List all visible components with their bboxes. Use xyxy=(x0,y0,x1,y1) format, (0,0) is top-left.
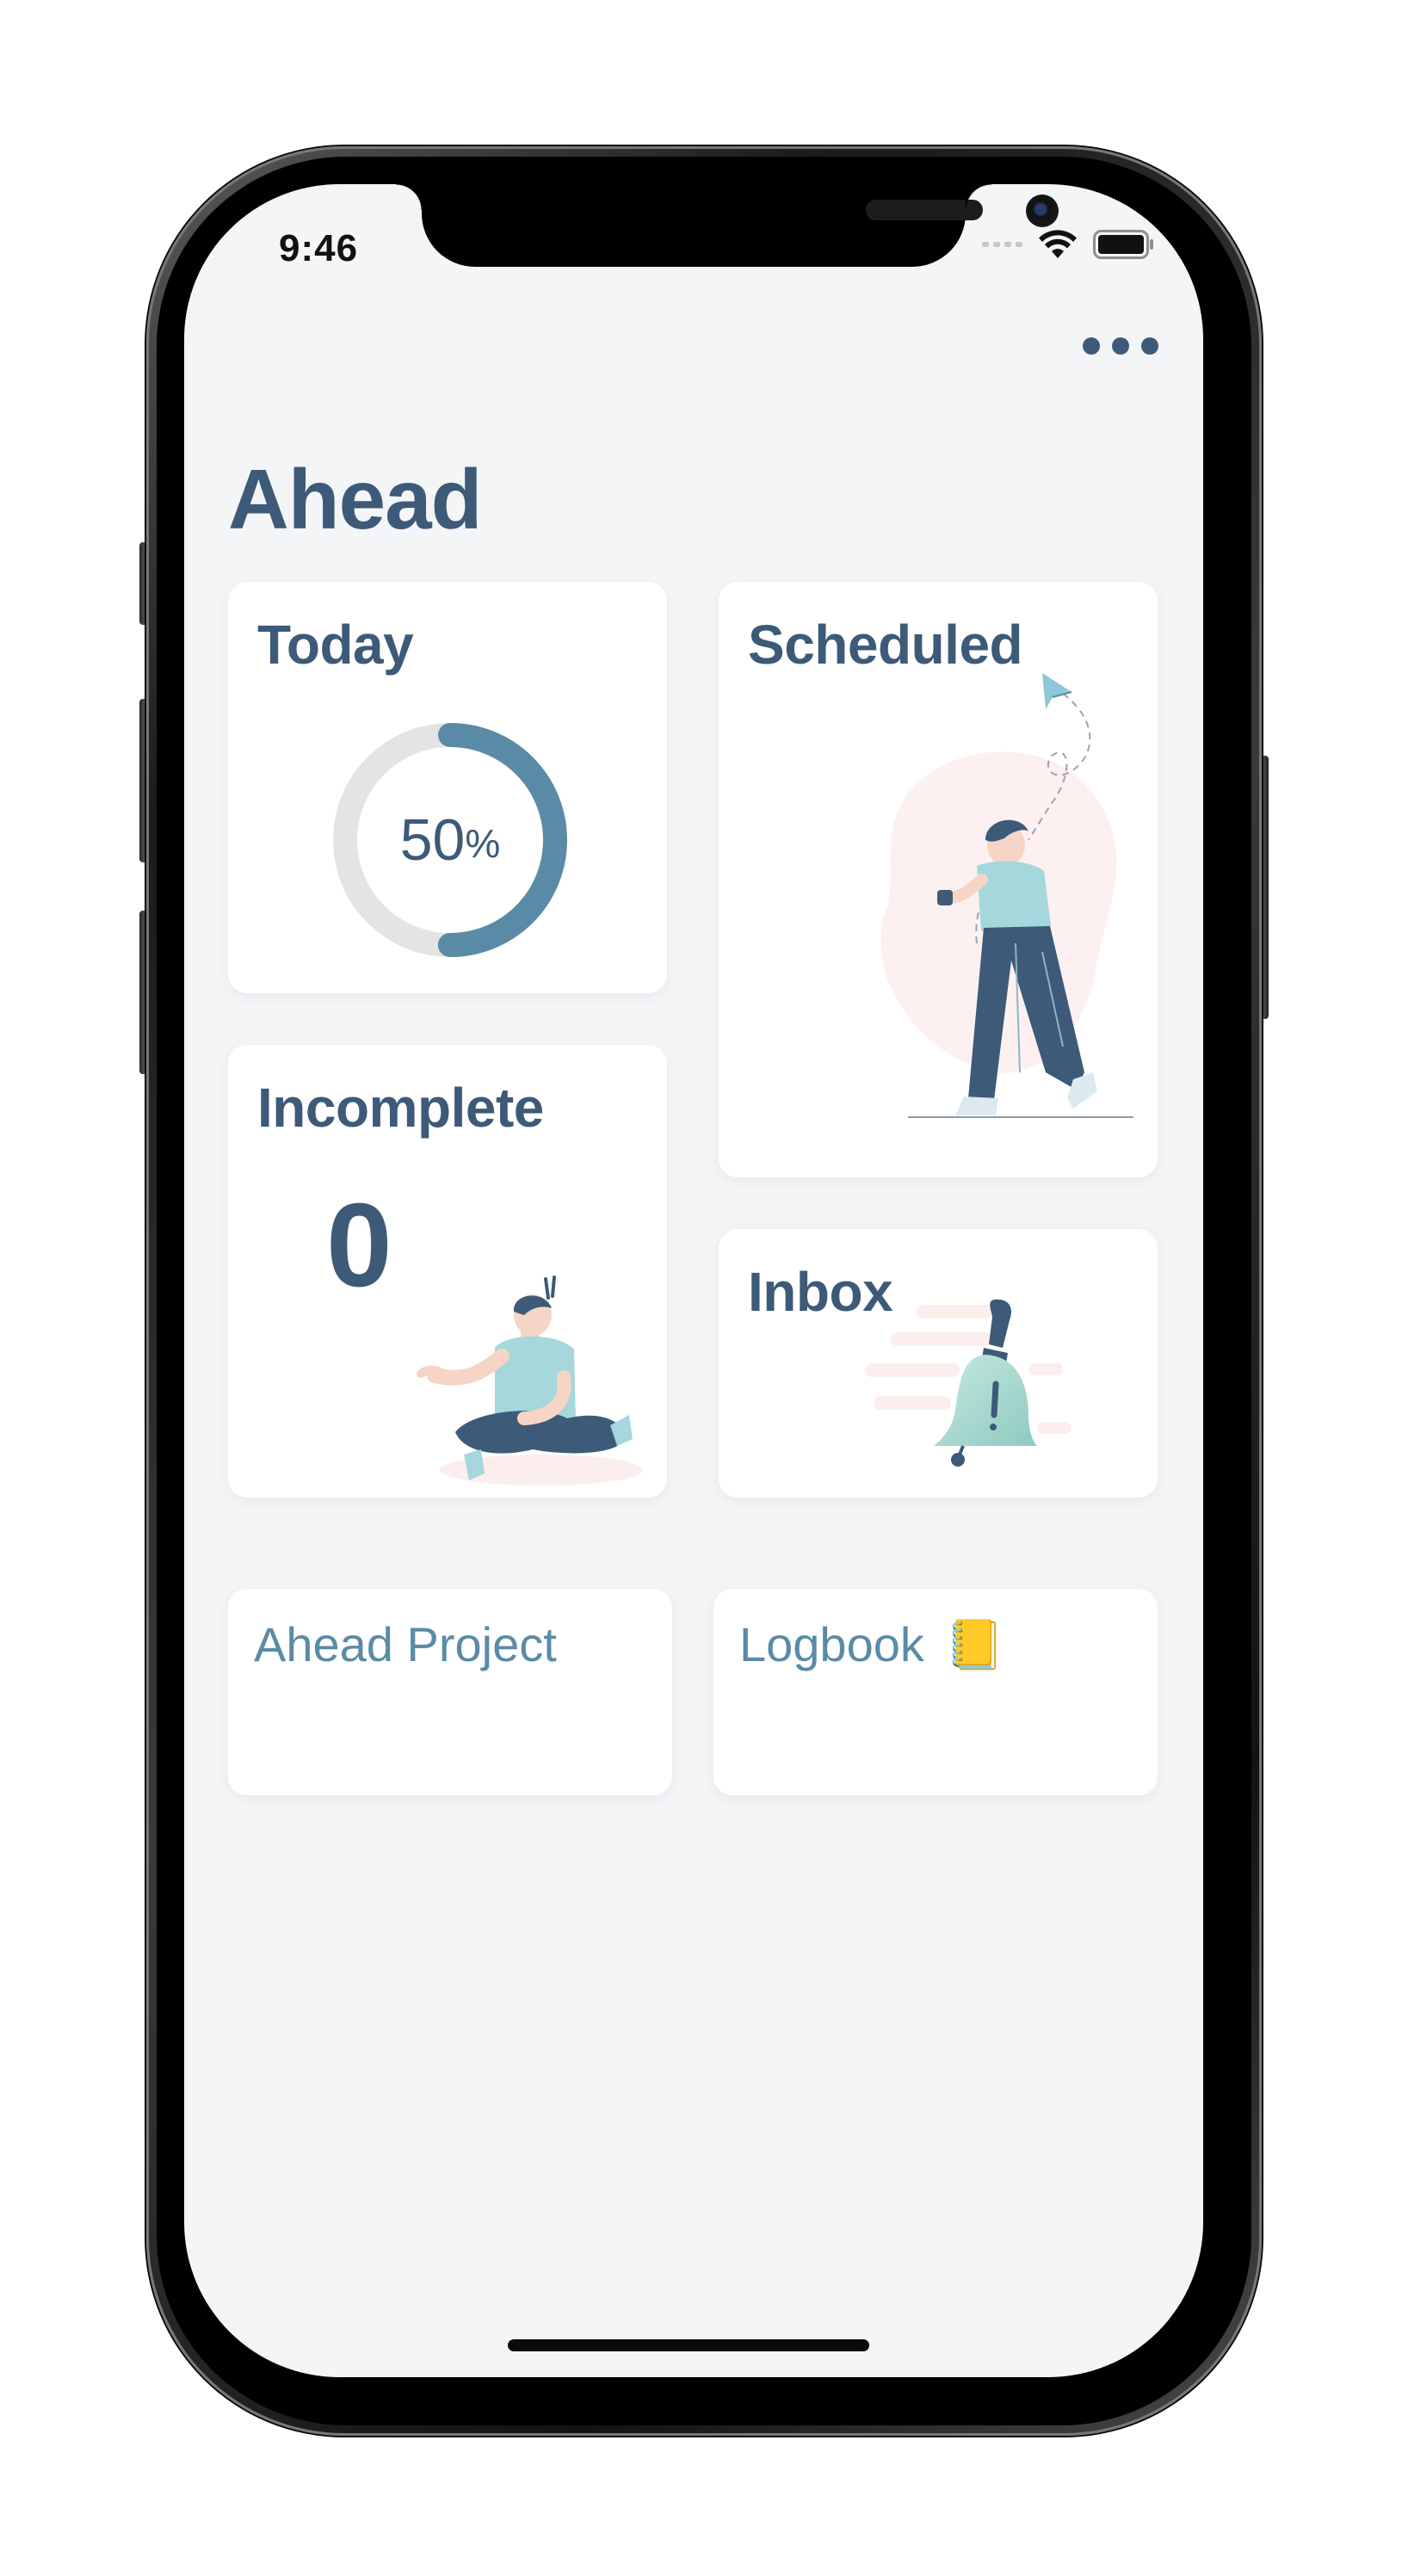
scheduled-title: Scheduled xyxy=(748,614,1023,676)
status-icons xyxy=(982,229,1155,260)
progress-unit: % xyxy=(465,821,501,866)
page-title: Ahead xyxy=(228,452,483,547)
earpiece-speaker xyxy=(866,200,983,220)
home-indicator[interactable] xyxy=(508,2339,869,2351)
logbook-list[interactable]: Logbook 📒 xyxy=(713,1589,1158,1795)
wifi-icon xyxy=(1039,230,1077,258)
progress-value: 50 xyxy=(399,807,466,873)
cellular-signal-icon xyxy=(982,242,1022,247)
scheduled-card[interactable]: Scheduled xyxy=(719,582,1158,1177)
more-options-button[interactable] xyxy=(1083,329,1158,363)
bell-illustration xyxy=(865,1299,1072,1467)
battery-icon xyxy=(1093,230,1153,259)
phone-frame: 9:46 Ahead Today 50 % Scheduled Incomple… xyxy=(146,146,1262,2436)
stage: 9:46 Ahead Today 50 % Scheduled Incomple… xyxy=(0,0,1402,2576)
more-dot xyxy=(1141,337,1158,355)
incomplete-card[interactable]: Incomplete 0 xyxy=(228,1045,667,1498)
progress-label: 50 % xyxy=(328,718,572,962)
notebook-icon: 📒 xyxy=(944,1617,1005,1671)
front-camera xyxy=(1026,195,1059,227)
incomplete-title: Incomplete xyxy=(257,1077,544,1139)
incomplete-count: 0 xyxy=(326,1179,392,1312)
walking-person-illustration xyxy=(880,673,1133,1118)
logbook-label: Logbook xyxy=(739,1617,924,1671)
sitting-person-illustration xyxy=(417,1276,643,1486)
progress-ring: 50 % xyxy=(328,718,572,962)
inbox-card[interactable]: Inbox xyxy=(719,1229,1158,1498)
status-time: 9:46 xyxy=(279,227,359,269)
today-card[interactable]: Today 50 % xyxy=(228,582,667,993)
ahead-project-list[interactable]: Ahead Project xyxy=(228,1589,672,1795)
today-title: Today xyxy=(257,614,414,676)
app-screen: 9:46 Ahead Today 50 % Scheduled Incomple… xyxy=(184,184,1203,2377)
more-dot xyxy=(1083,337,1100,355)
logbook-title: Logbook 📒 xyxy=(739,1616,1004,1673)
notch xyxy=(396,184,1059,267)
more-dot xyxy=(1112,337,1129,355)
ahead-project-label: Ahead Project xyxy=(254,1617,557,1671)
